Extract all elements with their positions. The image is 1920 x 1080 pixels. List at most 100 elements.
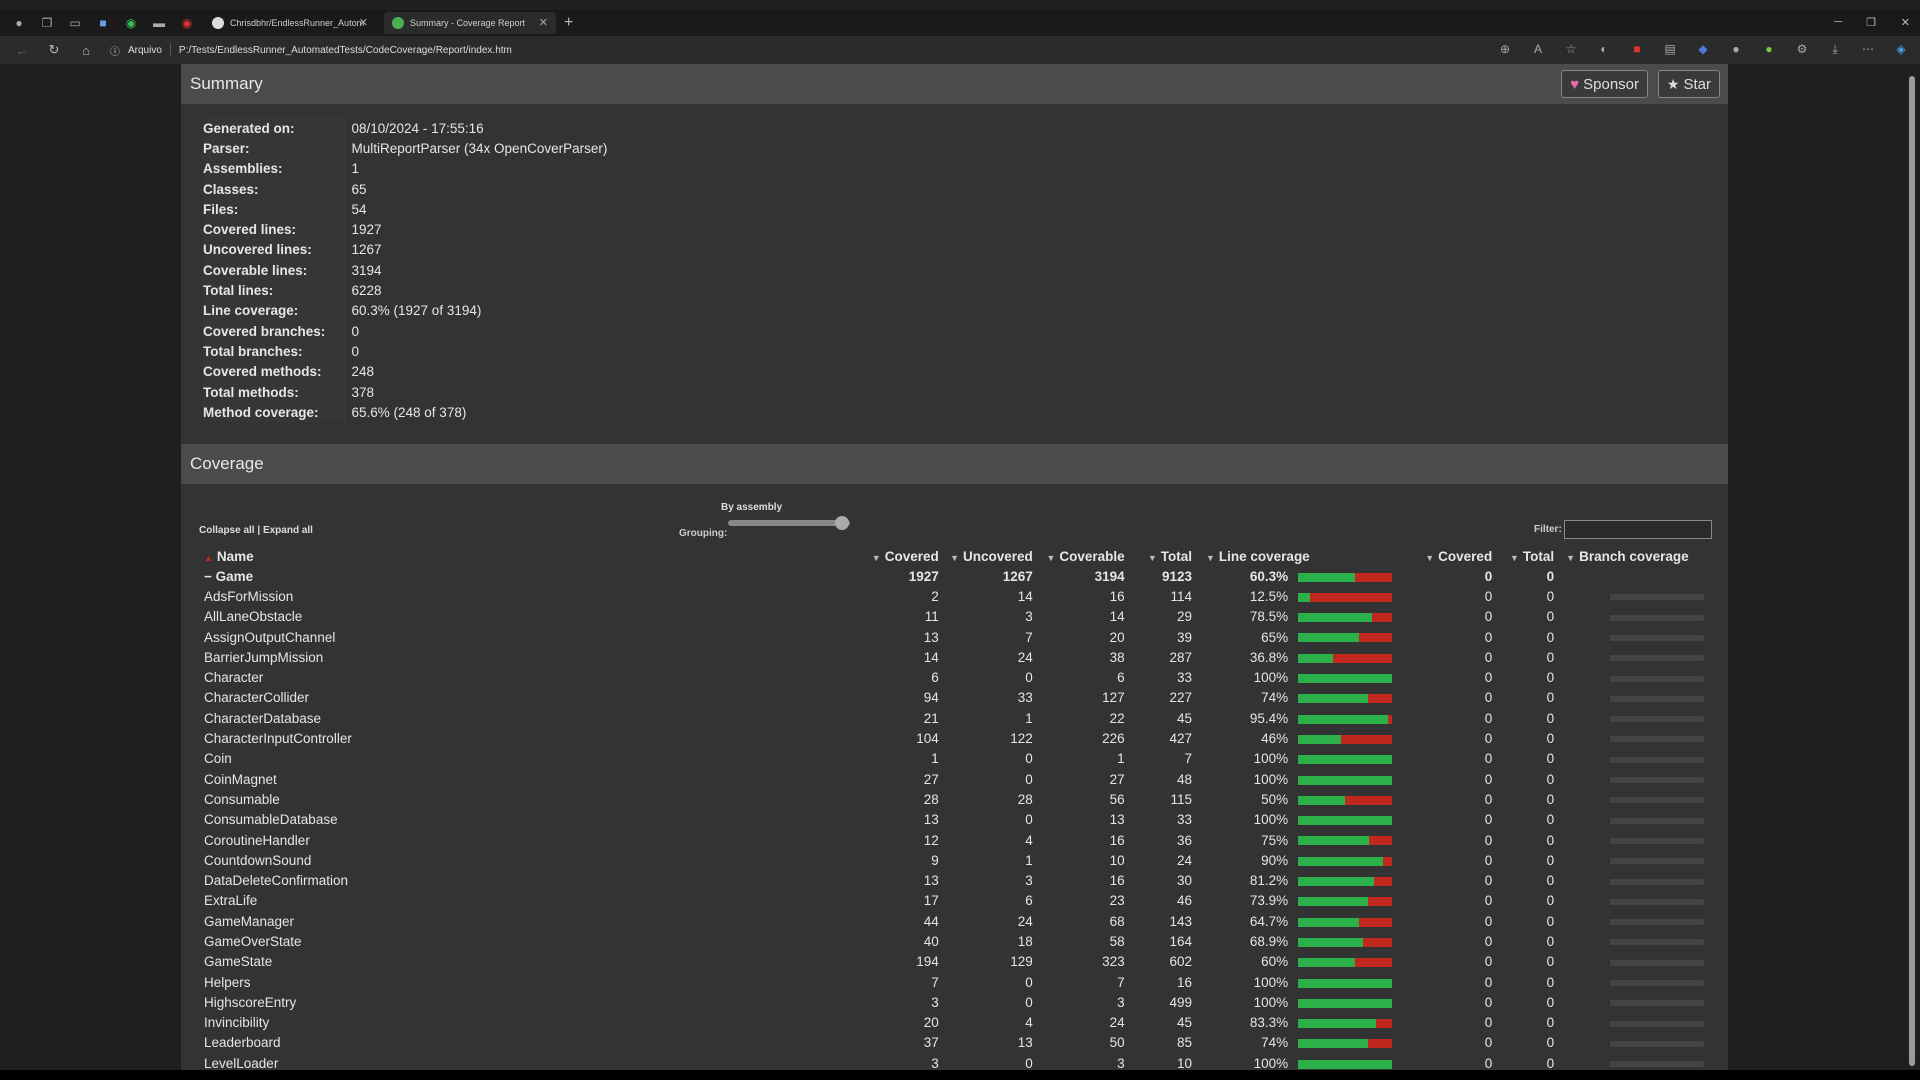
new-tab-icon[interactable]: + — [564, 14, 573, 32]
tab-github[interactable]: Chrisdbhr/EndlessRunner_Autom ✕ — [204, 12, 376, 34]
class-name-link[interactable]: Helpers — [199, 972, 862, 992]
coverable-cell: 3 — [1117, 994, 1125, 1010]
pinned-tab-icon[interactable]: ■ — [94, 14, 112, 32]
branch-covered-cell: 0 — [1484, 933, 1493, 949]
class-name-link[interactable]: AllLaneObstacle — [199, 607, 862, 627]
col-header-branch-coverage[interactable]: ▼ Branch coverage — [1558, 546, 1710, 566]
page-scrollbar[interactable] — [1908, 68, 1916, 1066]
extension-red-icon[interactable]: ■ — [1628, 42, 1646, 57]
class-name-link[interactable]: GameState — [199, 952, 862, 972]
table-row: CountdownSound 9 1 10 24 90% 0 0 — [199, 850, 1710, 870]
table-row: GameOverState 40 18 58 164 68.9% 0 0 — [199, 931, 1710, 951]
profile-icon[interactable]: ● — [10, 14, 28, 32]
sponsor-button[interactable]: ♥ Sponsor — [1561, 70, 1648, 98]
collapse-icon[interactable]: − — [204, 569, 216, 584]
back-icon[interactable]: ← — [12, 43, 32, 58]
minimize-icon[interactable]: ─ — [1834, 16, 1842, 28]
home-icon[interactable]: ⌂ — [76, 43, 96, 58]
col-header-name[interactable]: ▲ Name — [199, 546, 862, 566]
line-coverage-pct: 74% — [1261, 690, 1289, 706]
extension-green-icon[interactable]: ● — [1760, 42, 1778, 57]
pinned-tab-icon-3[interactable]: ◉ — [178, 14, 196, 32]
extensions-puzzle-icon[interactable]: ⚙ — [1793, 42, 1811, 57]
scrollbar-thumb[interactable] — [1909, 76, 1915, 1066]
table-row: AssignOutputChannel 13 7 20 39 65% 0 0 — [199, 627, 1710, 647]
col-header-uncovered[interactable]: ▼ Uncovered — [943, 546, 1037, 566]
branch-covered-cell: 0 — [1484, 629, 1493, 645]
tab-actions-icon[interactable]: ▭ — [66, 14, 84, 32]
summary-value: 1 — [351, 161, 360, 177]
read-aloud-icon[interactable]: A — [1529, 42, 1547, 57]
zoom-icon[interactable]: ⊕ — [1496, 42, 1514, 57]
col-header-covered[interactable]: ▼ Covered — [862, 546, 943, 566]
class-name-link[interactable]: BarrierJumpMission — [199, 647, 862, 667]
col-header-branch-covered[interactable]: ▼ Covered — [1420, 546, 1496, 566]
tab-coverage-report[interactable]: Summary - Coverage Report ✕ — [384, 12, 556, 34]
close-window-icon[interactable]: ✕ — [1901, 16, 1910, 29]
branch-coverage-cell — [1558, 891, 1710, 911]
branch-coverage-bar — [1610, 898, 1704, 905]
class-name-link[interactable]: CharacterDatabase — [199, 708, 862, 728]
grouping-slider[interactable] — [728, 520, 850, 526]
filter-input[interactable] — [1564, 520, 1712, 539]
col-header-coverable[interactable]: ▼ Coverable — [1037, 546, 1129, 566]
table-header-row: ▲ Name ▼ Covered ▼ Uncovered ▼ Coverable ▼ To… — [199, 546, 1710, 566]
grouping-slider-handle[interactable] — [835, 516, 849, 530]
uncovered-cell: 13 — [1017, 1035, 1033, 1051]
class-name-link[interactable]: Character — [199, 667, 862, 687]
pinned-tab-icon-2[interactable]: ▬ — [150, 14, 168, 32]
branch-total-cell: 0 — [1546, 974, 1555, 990]
sort-icon: ▼ — [1205, 552, 1215, 563]
copilot-icon[interactable]: ◈ — [1892, 42, 1910, 57]
info-icon[interactable]: ⓘ — [110, 43, 120, 58]
favorite-star-icon[interactable]: ☆ — [1562, 42, 1580, 57]
more-menu-icon[interactable]: ⋯ — [1859, 42, 1877, 57]
star-button[interactable]: ★ Star — [1657, 70, 1720, 98]
extension-icon-2[interactable]: ▤ — [1661, 42, 1679, 57]
class-name-link[interactable]: CoroutineHandler — [199, 830, 862, 850]
extension-icon-3[interactable]: ● — [1727, 42, 1745, 57]
col-header-total[interactable]: ▼ Total — [1129, 546, 1196, 566]
restore-icon[interactable]: ❐ — [1866, 16, 1876, 29]
class-name-link[interactable]: CountdownSound — [199, 850, 862, 870]
class-name-link[interactable]: AdsForMission — [199, 586, 862, 606]
class-name-link[interactable]: ConsumableDatabase — [199, 810, 862, 830]
branch-total-cell: 0 — [1546, 588, 1555, 604]
class-name-link[interactable]: ExtraLife — [199, 891, 862, 911]
col-header-line-coverage[interactable]: ▼ Line coverage — [1196, 546, 1420, 566]
class-name-link[interactable]: LevelLoader — [199, 1053, 862, 1070]
covered-cell: 3 — [931, 1055, 939, 1070]
class-name-link[interactable]: DataDeleteConfirmation — [199, 870, 862, 890]
class-name-link[interactable]: CoinMagnet — [199, 769, 862, 789]
close-icon[interactable]: ✕ — [359, 16, 368, 29]
class-name-link[interactable]: CharacterCollider — [199, 688, 862, 708]
branch-covered-cell: 0 — [1484, 670, 1493, 686]
assembly-name[interactable]: − Game — [199, 566, 862, 586]
class-name-link[interactable]: CharacterInputController — [199, 728, 862, 748]
class-name-link[interactable]: GameOverState — [199, 931, 862, 951]
class-name-link[interactable]: Consumable — [199, 789, 862, 809]
class-name-link[interactable]: GameManager — [199, 911, 862, 931]
class-name-link[interactable]: Coin — [199, 749, 862, 769]
refresh-icon[interactable]: ↻ — [44, 42, 64, 58]
class-name-link[interactable]: Invincibility — [199, 1013, 862, 1033]
class-name-link[interactable]: AssignOutputChannel — [199, 627, 862, 647]
collapse-all-link[interactable]: Collapse all — [199, 525, 255, 536]
close-icon[interactable]: ✕ — [539, 16, 548, 29]
shield-icon[interactable]: ◆ — [1694, 42, 1712, 57]
extension-icon[interactable]: ◐ — [1595, 42, 1613, 57]
class-name-link[interactable]: Leaderboard — [199, 1033, 862, 1053]
total-cell: 115 — [1170, 791, 1192, 807]
url-field[interactable]: ⓘ Arquivo P:/Tests/EndlessRunner_Automat… — [110, 43, 512, 58]
heart-icon: ♥ — [1570, 75, 1580, 93]
download-icon[interactable]: ⤓ — [1826, 42, 1844, 57]
class-name-link[interactable]: HighscoreEntry — [199, 992, 862, 1012]
assembly-row[interactable]: − Game 1927 1267 3194 9123 60.3% 0 0 — [199, 566, 1710, 586]
workspaces-icon[interactable]: ❐ — [38, 14, 56, 32]
summary-label: Files: — [203, 199, 346, 220]
expand-all-link[interactable]: Expand all — [263, 525, 313, 536]
uncovered-cell: 0 — [1025, 1055, 1033, 1070]
whatsapp-tab-icon[interactable]: ◉ — [122, 14, 140, 32]
url-text[interactable]: P:/Tests/EndlessRunner_AutomatedTests/Co… — [179, 45, 512, 56]
col-header-branch-total[interactable]: ▼ Total — [1496, 546, 1558, 566]
